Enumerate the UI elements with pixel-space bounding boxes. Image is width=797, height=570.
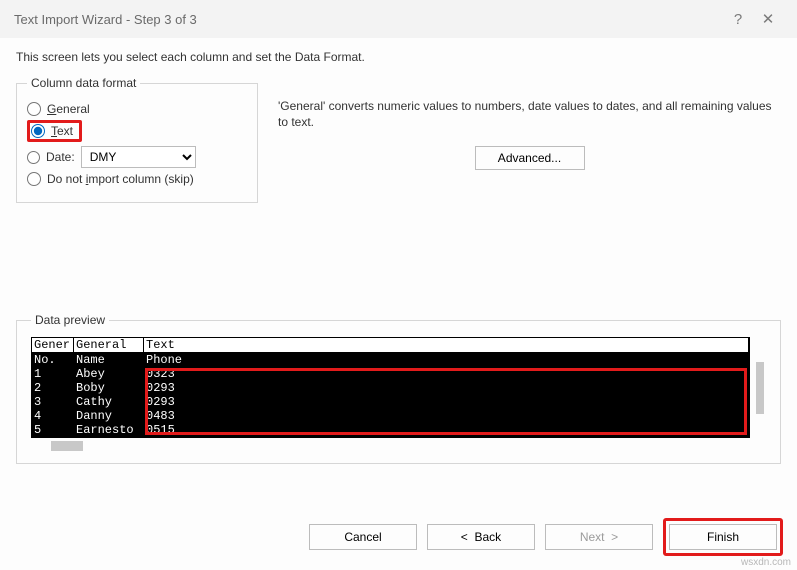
text-radio-highlight: Text xyxy=(27,120,82,142)
table-row: No.NamePhone xyxy=(32,353,749,367)
vertical-scrollbar[interactable] xyxy=(754,337,766,438)
finish-button[interactable]: Finish xyxy=(669,524,777,550)
help-icon[interactable]: ? xyxy=(723,11,753,28)
radio-text-input[interactable] xyxy=(31,124,45,138)
watermark: wsxdn.com xyxy=(741,557,791,568)
close-icon[interactable]: ✕ xyxy=(753,10,783,28)
horizontal-scrollbar[interactable] xyxy=(31,439,766,453)
preview-legend: Data preview xyxy=(31,313,109,327)
finish-highlight: Finish xyxy=(663,518,783,556)
radio-general-input[interactable] xyxy=(27,102,41,116)
radio-date-input[interactable] xyxy=(27,151,40,164)
header-col-1[interactable]: Gener xyxy=(32,338,74,352)
column-data-format-group: Column data format General Text Date: DM… xyxy=(16,76,258,203)
date-format-select[interactable]: DMY xyxy=(81,146,196,168)
radio-text[interactable]: Text xyxy=(31,124,73,138)
table-row: 2Boby0293 xyxy=(32,381,749,395)
general-description: 'General' converts numeric values to num… xyxy=(278,98,781,130)
dialog-buttons: Cancel < Back Next > Finish xyxy=(309,518,783,556)
preview-grid[interactable]: Gener General Text No.NamePhone 1Abey032… xyxy=(31,337,750,438)
preview-body: No.NamePhone 1Abey0323 2Boby0293 3Cathy0… xyxy=(32,353,749,437)
advanced-button[interactable]: Advanced... xyxy=(475,146,585,170)
next-button: Next > xyxy=(545,524,653,550)
radio-skip-input[interactable] xyxy=(27,172,41,186)
intro-text: This screen lets you select each column … xyxy=(16,50,781,64)
table-row: 1Abey0323 xyxy=(32,367,749,381)
window-title: Text Import Wizard - Step 3 of 3 xyxy=(14,12,197,27)
cancel-button[interactable]: Cancel xyxy=(309,524,417,550)
table-row: 5Earnesto0515 xyxy=(32,423,749,437)
table-row: 3Cathy0293 xyxy=(32,395,749,409)
data-preview-group: Data preview Gener General Text No.NameP… xyxy=(16,313,781,464)
column-data-legend: Column data format xyxy=(27,76,140,90)
radio-skip[interactable]: Do not import column (skip) xyxy=(27,172,247,186)
titlebar: Text Import Wizard - Step 3 of 3 ? ✕ xyxy=(0,0,797,38)
radio-general[interactable]: General xyxy=(27,102,247,116)
preview-header-row: Gener General Text xyxy=(32,338,749,353)
back-button[interactable]: < Back xyxy=(427,524,535,550)
header-col-2[interactable]: General xyxy=(74,338,144,352)
table-row: 4Danny0483 xyxy=(32,409,749,423)
header-col-3[interactable]: Text xyxy=(144,338,749,352)
